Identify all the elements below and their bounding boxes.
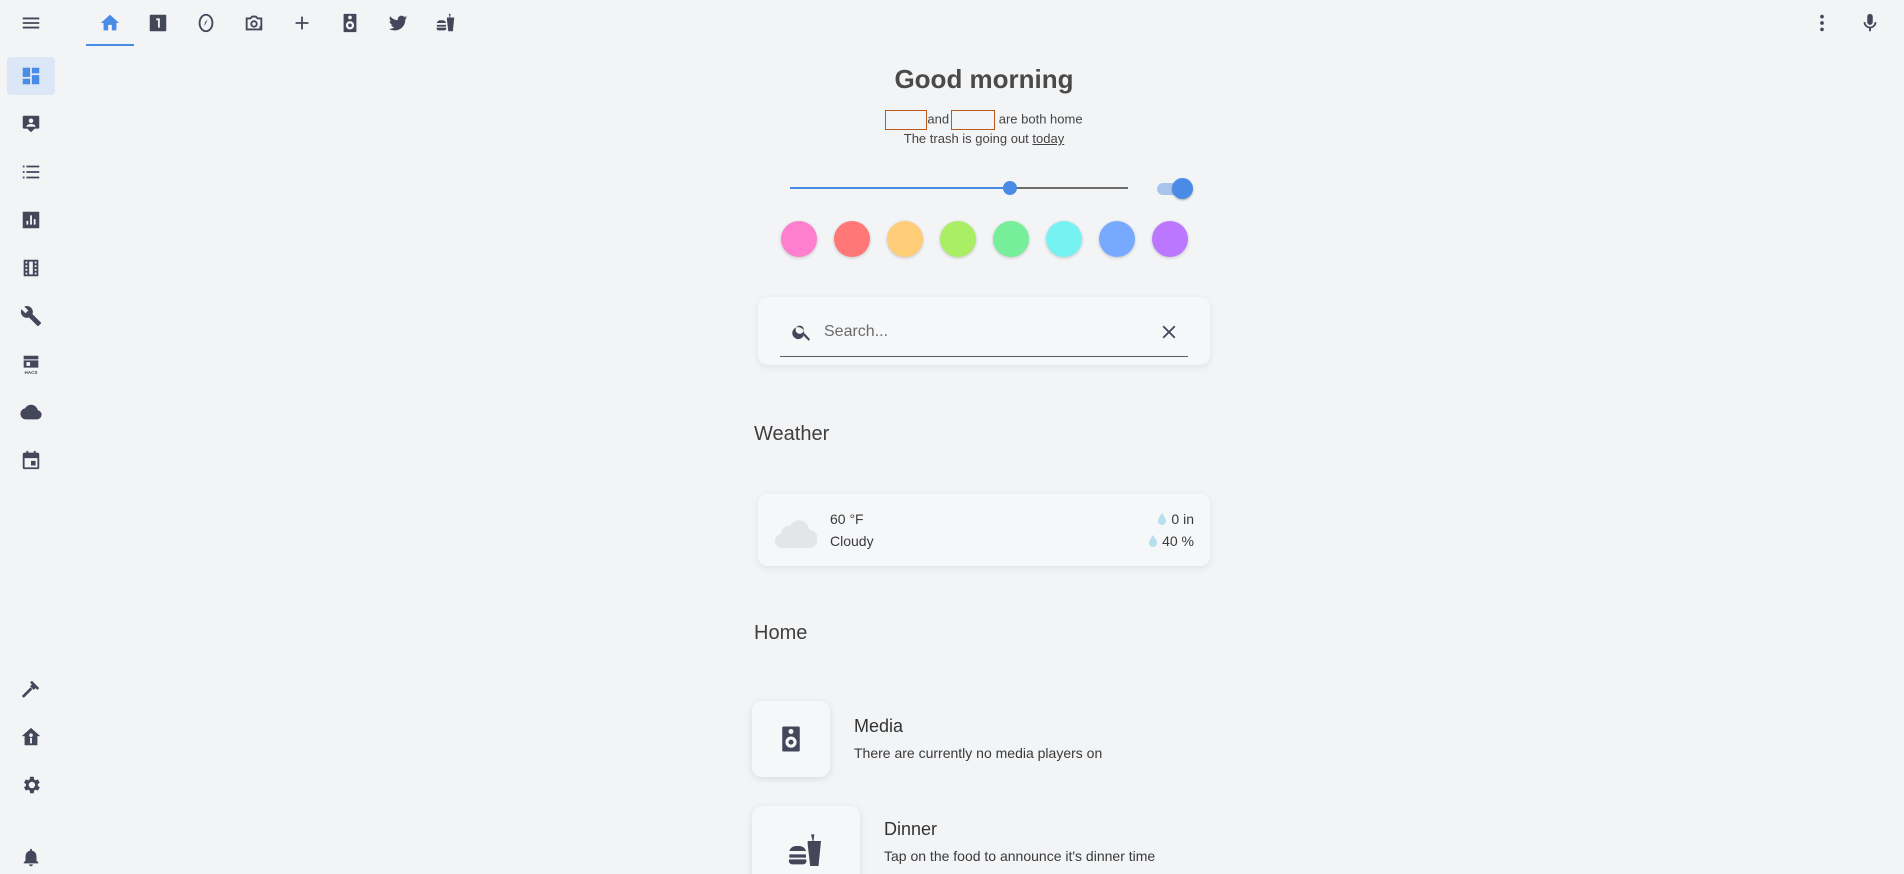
weather-precip-probability: 40 % xyxy=(1148,533,1194,549)
dinner-title: Dinner xyxy=(884,819,938,839)
bell-icon xyxy=(23,848,39,867)
chart-icon xyxy=(22,211,40,229)
sidebar-item-overview[interactable] xyxy=(7,57,55,95)
close-icon[interactable] xyxy=(1158,321,1180,343)
twitter-icon xyxy=(388,15,408,31)
sidebar-item-home-assistant[interactable] xyxy=(7,718,55,756)
search-input[interactable] xyxy=(824,319,1144,345)
light-toggle-knob xyxy=(1172,178,1193,199)
color-swatch[interactable] xyxy=(1046,221,1082,257)
menu-icon xyxy=(22,17,40,29)
plus-icon xyxy=(295,16,309,30)
trash-date-link[interactable]: today xyxy=(1032,131,1064,146)
color-swatch[interactable] xyxy=(993,221,1029,257)
search-underline xyxy=(780,356,1188,357)
sidebar-item-tools[interactable] xyxy=(7,297,55,335)
color-swatch[interactable] xyxy=(781,221,817,257)
speaker-icon xyxy=(343,13,357,33)
cloud-icon xyxy=(20,404,42,420)
weather-condition: Cloudy xyxy=(830,533,874,549)
dinner-tile-button[interactable] xyxy=(752,806,860,874)
trash-prefix: The trash is going out xyxy=(903,131,1029,146)
list-icon xyxy=(22,165,40,179)
presence-suffix: are both home xyxy=(998,111,1083,127)
weather-precipitation-value: 0 in xyxy=(1171,511,1194,527)
sidebar-item-history[interactable] xyxy=(7,201,55,239)
weather-temperature: 60 °F xyxy=(830,511,864,527)
calendar-icon xyxy=(22,450,40,470)
brightness-slider-fill xyxy=(790,187,1010,189)
sidebar-item-settings[interactable] xyxy=(7,766,55,804)
svg-text:HACS: HACS xyxy=(25,370,38,375)
color-swatch[interactable] xyxy=(1152,221,1188,257)
cloudy-weather-icon xyxy=(774,520,817,548)
dinner-subtitle: Tap on the food to announce it's dinner … xyxy=(884,848,1156,864)
media-title: Media xyxy=(854,716,904,736)
tab-speaker[interactable] xyxy=(326,0,374,46)
home-assistant-icon xyxy=(21,727,41,746)
sidebar-item-cloud[interactable] xyxy=(7,393,55,431)
presence-status: and are both home xyxy=(760,110,1208,130)
tab-home[interactable] xyxy=(86,0,134,46)
weather-precip-probability-value: 40 % xyxy=(1162,533,1194,549)
account-card-icon xyxy=(22,115,40,133)
tab-add[interactable] xyxy=(278,0,326,46)
weather-card[interactable]: 60 °F Cloudy 0 in 40 % xyxy=(758,494,1210,566)
sidebar-item-notifications[interactable] xyxy=(7,838,55,874)
sidebar-item-logbook[interactable] xyxy=(7,153,55,191)
voice-assistant-button[interactable] xyxy=(1846,0,1894,46)
tab-dinner[interactable] xyxy=(422,0,470,46)
speaker-icon xyxy=(782,726,800,752)
search-icon xyxy=(792,325,811,341)
water-percent-icon xyxy=(1149,535,1158,547)
film-icon xyxy=(23,259,39,277)
color-swatch[interactable] xyxy=(887,221,923,257)
tab-numeric-1[interactable] xyxy=(134,0,182,46)
food-icon xyxy=(436,13,455,32)
wrench-icon xyxy=(20,306,42,327)
tab-compass[interactable] xyxy=(182,0,230,46)
top-bar xyxy=(62,0,1904,46)
compass-icon xyxy=(198,13,214,33)
sidebar-item-map[interactable] xyxy=(7,105,55,143)
color-swatch[interactable] xyxy=(1099,221,1135,257)
gear-icon xyxy=(24,776,40,794)
hacs-store-icon: HACS xyxy=(23,355,39,375)
food-icon xyxy=(788,834,821,866)
trash-status: The trash is going out today xyxy=(760,131,1208,146)
weather-precipitation: 0 in xyxy=(1157,511,1194,527)
numeric-1-box-icon xyxy=(149,14,167,32)
tab-twitter[interactable] xyxy=(374,0,422,46)
hammer-icon xyxy=(21,680,40,698)
sidebar: HACS xyxy=(0,0,62,874)
sidebar-item-media[interactable] xyxy=(7,249,55,287)
sidebar-item-developer-tools[interactable] xyxy=(7,670,55,708)
brightness-slider-thumb[interactable] xyxy=(1002,181,1017,195)
tab-camera[interactable] xyxy=(230,0,278,46)
redacted-person-1 xyxy=(885,110,928,130)
water-drop-icon xyxy=(1158,513,1167,525)
brightness-slider[interactable] xyxy=(790,181,1128,195)
weather-section-title: Weather xyxy=(754,423,830,445)
menu-button[interactable] xyxy=(7,4,55,42)
camera-switch-icon xyxy=(245,15,263,31)
color-swatch[interactable] xyxy=(940,221,976,257)
more-vertical-icon xyxy=(1820,14,1824,32)
media-tile-button[interactable] xyxy=(752,701,830,777)
sidebar-item-calendar[interactable] xyxy=(7,441,55,479)
media-subtitle: There are currently no media players on xyxy=(854,745,1103,761)
more-options-button[interactable] xyxy=(1798,0,1846,46)
redacted-person-2 xyxy=(951,110,996,130)
home-section-title: Home xyxy=(754,622,808,644)
color-swatch[interactable] xyxy=(834,221,870,257)
microphone-icon xyxy=(1863,13,1877,32)
dashboard-icon xyxy=(22,67,40,85)
presence-connector: and xyxy=(927,111,950,127)
light-toggle[interactable] xyxy=(1157,178,1193,199)
home-icon xyxy=(100,14,120,31)
search-card xyxy=(758,297,1210,365)
greeting-heading: Good morning xyxy=(894,64,1074,94)
sidebar-item-hacs[interactable]: HACS xyxy=(7,345,55,383)
